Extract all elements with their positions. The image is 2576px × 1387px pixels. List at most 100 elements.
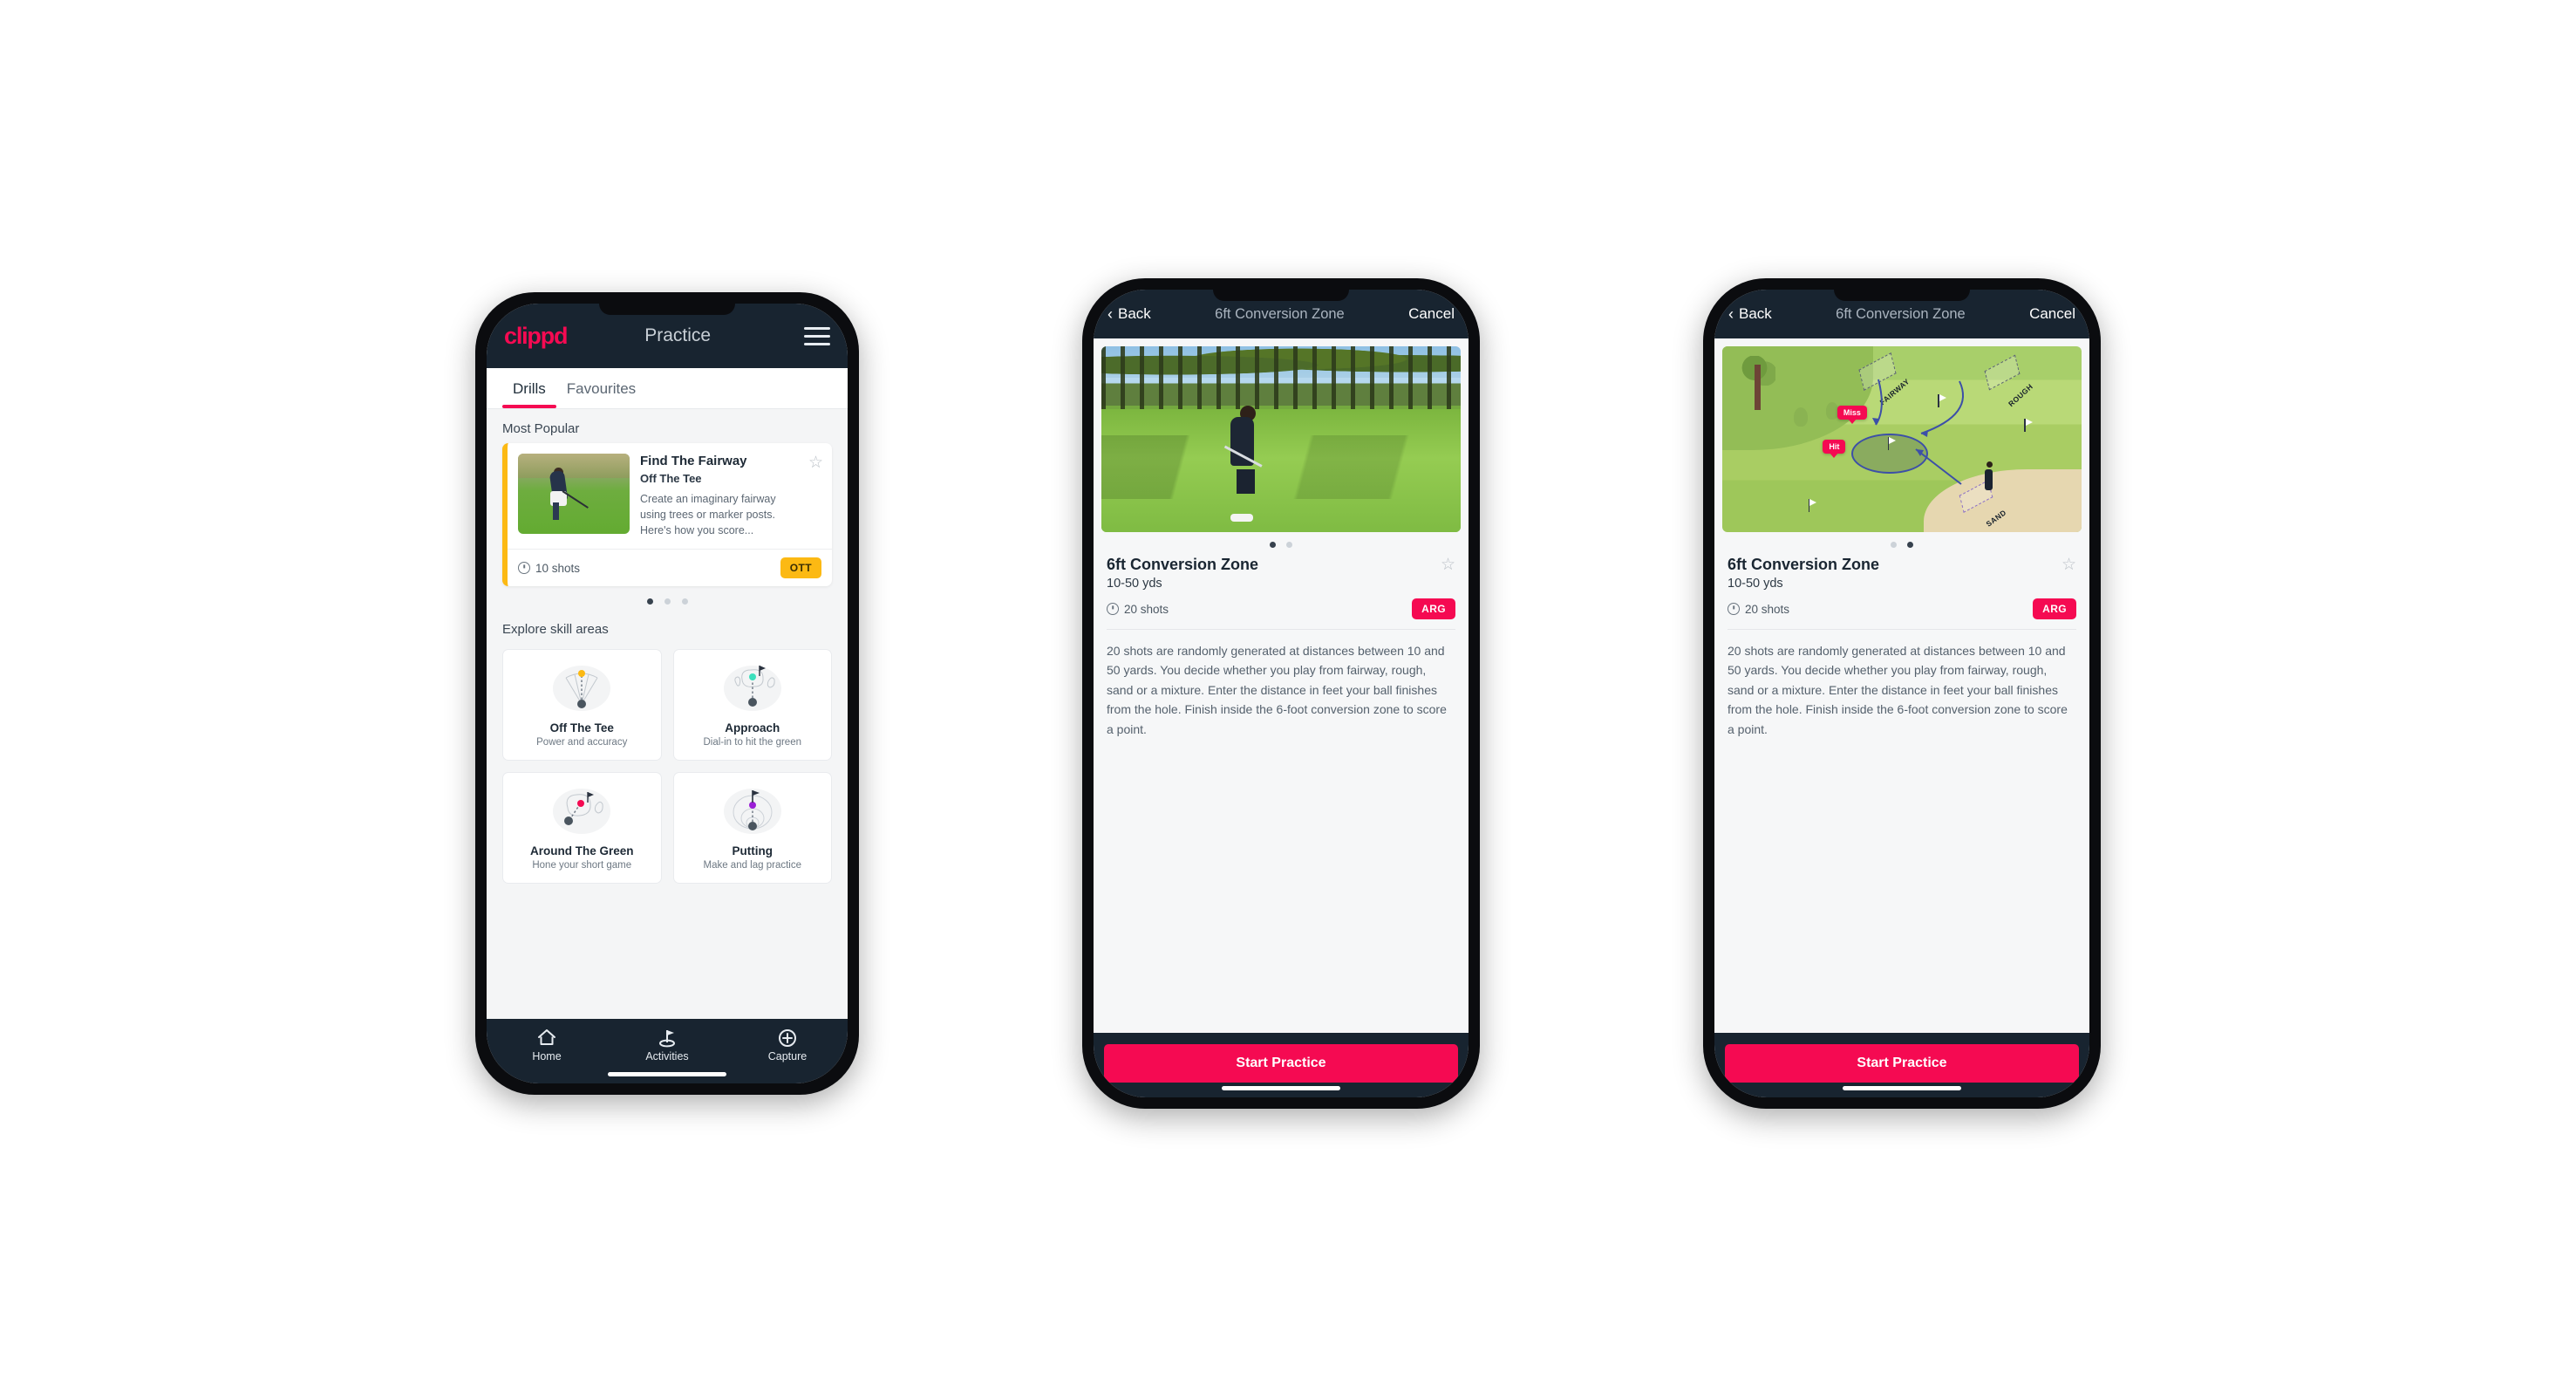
- flag-icon: [1938, 394, 1945, 408]
- tab-drills[interactable]: Drills: [502, 368, 556, 408]
- phone3-notch: [1834, 290, 1970, 301]
- drill-card-footer: 10 shots OTT: [508, 549, 832, 586]
- phone2-content: 6ft Conversion Zone 10-50 yds ☆ 20 shots…: [1094, 338, 1469, 1033]
- approach-green-icon: [721, 662, 784, 714]
- phone-drill-detail-illustration: ‹ Back 6ft Conversion Zone Cancel FAIRWA…: [1703, 278, 2101, 1109]
- hero-dot[interactable]: [1270, 542, 1276, 548]
- drill-title-row: 6ft Conversion Zone 10-50 yds ☆: [1107, 556, 1455, 591]
- nav-label: Activities: [645, 1050, 689, 1062]
- golfer-head: [1986, 461, 1993, 468]
- star-outline-icon[interactable]: ☆: [808, 454, 823, 538]
- phone3-screen: ‹ Back 6ft Conversion Zone Cancel FAIRWA…: [1714, 290, 2089, 1097]
- most-popular-label: Most Popular: [502, 421, 580, 436]
- chevron-left-icon: ‹: [1107, 305, 1113, 323]
- nav-item-home[interactable]: Home: [487, 1028, 607, 1062]
- marker-hit: Hit: [1823, 439, 1846, 454]
- hero-dot[interactable]: [1891, 542, 1897, 548]
- phone-practice-list: clippd Practice Drills Favourites Most P…: [475, 292, 859, 1095]
- drill-name: 6ft Conversion Zone: [1728, 556, 1880, 573]
- drill-text-block: Find The Fairway Off The Tee Create an i…: [640, 454, 798, 538]
- drill-hero-photo[interactable]: [1101, 346, 1461, 532]
- skill-desc: Dial-in to hit the green: [703, 737, 801, 748]
- drill-description: Create an imaginary fairway using trees …: [640, 492, 776, 536]
- skill-card-putting[interactable]: Putting Make and lag practice: [672, 772, 832, 885]
- nav-label: Home: [532, 1050, 562, 1062]
- back-button[interactable]: ‹ Back: [1107, 305, 1151, 323]
- drill-distance: 10-50 yds: [1728, 577, 1783, 591]
- nav-item-activities[interactable]: Activities: [607, 1028, 727, 1062]
- hero-pager: [1722, 532, 2082, 556]
- drill-meta: 6ft Conversion Zone 10-50 yds ☆ 20 shots…: [1101, 556, 1461, 630]
- nav-item-capture[interactable]: Capture: [727, 1028, 848, 1062]
- flag-icon: [2024, 419, 2031, 433]
- phone-drill-detail-photo: ‹ Back 6ft Conversion Zone Cancel 6ft Co…: [1082, 278, 1480, 1109]
- drill-shots: 20 shots: [1728, 603, 1789, 616]
- drill-card[interactable]: Find The Fairway Off The Tee Create an i…: [502, 443, 832, 587]
- drill-badge-ott: OTT: [780, 557, 821, 579]
- clock-icon: [518, 562, 530, 575]
- golf-flag-icon: [607, 1028, 727, 1048]
- screenshot-stage: clippd Practice Drills Favourites Most P…: [0, 0, 2576, 1387]
- nav-label: Capture: [767, 1050, 808, 1062]
- skill-name: Off The Tee: [549, 721, 614, 735]
- skill-card-approach[interactable]: Approach Dial-in to hit the green: [672, 649, 832, 762]
- phone2-screen: ‹ Back 6ft Conversion Zone Cancel 6ft Co…: [1094, 290, 1469, 1097]
- flag-icon: [1887, 437, 1894, 451]
- hero-dot[interactable]: [1907, 542, 1913, 548]
- star-outline-icon[interactable]: ☆: [1441, 556, 1455, 573]
- drill-distance: 10-50 yds: [1107, 577, 1162, 591]
- drill-description: 20 shots are randomly generated at dista…: [1107, 644, 1447, 736]
- hamburger-icon[interactable]: [804, 326, 830, 345]
- home-indicator: [1843, 1086, 1961, 1090]
- skill-area-grid: Off The Tee Power and accuracy Approach …: [502, 649, 832, 885]
- drill-title-row: 6ft Conversion Zone 10-50 yds ☆: [1728, 556, 2076, 591]
- skill-name: Putting: [732, 844, 773, 858]
- putting-rings-icon: [721, 785, 784, 837]
- drill-thumbnail: [518, 454, 630, 534]
- start-practice-button[interactable]: Start Practice: [1104, 1044, 1458, 1083]
- phone2-notch: [1213, 290, 1349, 301]
- drill-shots-label: 20 shots: [1124, 602, 1169, 616]
- carousel-dot[interactable]: [664, 598, 671, 605]
- home-icon: [487, 1028, 607, 1048]
- skill-areas-label: Explore skill areas: [502, 622, 609, 638]
- drill-title-block: 6ft Conversion Zone 10-50 yds: [1728, 556, 1879, 591]
- skill-card-around-the-green[interactable]: Around The Green Hone your short game: [502, 772, 662, 885]
- carousel-dot[interactable]: [646, 598, 653, 605]
- drill-shots: 20 shots: [1107, 603, 1169, 616]
- marker-miss: Miss: [1837, 406, 1867, 420]
- drill-hero-illustration[interactable]: FAIRWAY ROUGH SAND Miss Hit: [1722, 346, 2082, 532]
- skill-name: Around The Green: [529, 844, 634, 858]
- drill-name: 6ft Conversion Zone: [1107, 556, 1259, 573]
- phone1-content: Most Popular Find The Fairway Off The Te…: [487, 409, 848, 1019]
- home-indicator: [608, 1072, 726, 1076]
- skill-card-off-the-tee[interactable]: Off The Tee Power and accuracy: [502, 649, 662, 762]
- shot-arrows: [1872, 379, 1964, 485]
- tab-favourites[interactable]: Favourites: [556, 368, 646, 408]
- star-outline-icon[interactable]: ☆: [2061, 556, 2076, 573]
- chip-green-icon: [550, 785, 613, 837]
- drill-title-block: 6ft Conversion Zone 10-50 yds: [1107, 556, 1258, 591]
- carousel-dots: [502, 586, 832, 610]
- detail-header-title: 6ft Conversion Zone: [1215, 305, 1345, 322]
- skill-name: Approach: [725, 721, 780, 735]
- drill-title: Find The Fairway: [640, 454, 747, 468]
- hero-dot[interactable]: [1286, 542, 1292, 548]
- skill-desc: Make and lag practice: [703, 860, 801, 871]
- back-label: Back: [1739, 305, 1772, 322]
- cancel-button[interactable]: Cancel: [1408, 305, 1455, 323]
- cta-container: Start Practice: [1094, 1033, 1469, 1097]
- start-practice-button[interactable]: Start Practice: [1725, 1044, 2079, 1083]
- golfer-figure: [1984, 468, 1993, 490]
- drill-stats-row: 20 shots ARG: [1728, 598, 2076, 619]
- hero-pager: [1101, 532, 1461, 556]
- cancel-button[interactable]: Cancel: [2029, 305, 2075, 323]
- drill-badge-arg: ARG: [2033, 598, 2076, 619]
- clock-icon: [1728, 603, 1740, 615]
- home-indicator: [1222, 1086, 1340, 1090]
- back-label: Back: [1118, 305, 1151, 322]
- chevron-left-icon: ‹: [1728, 305, 1734, 323]
- cta-container: Start Practice: [1714, 1033, 2089, 1097]
- back-button[interactable]: ‹ Back: [1728, 305, 1772, 323]
- carousel-dot[interactable]: [681, 598, 688, 605]
